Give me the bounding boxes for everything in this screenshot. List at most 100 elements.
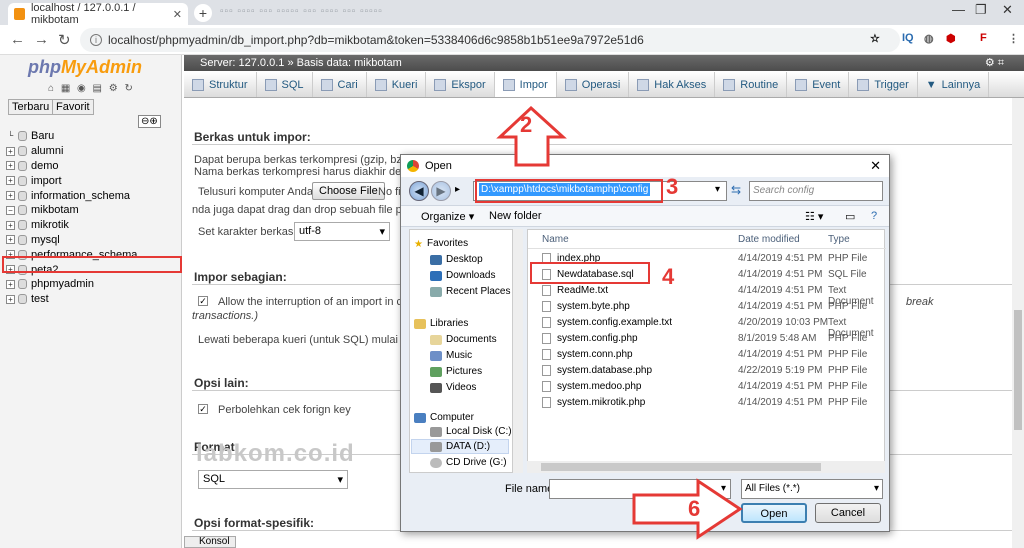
tab-kueri[interactable]: Kueri [367, 72, 427, 97]
new-folder-button[interactable]: New folder [489, 210, 542, 222]
tab-trigger[interactable]: Trigger [849, 72, 918, 97]
file-row[interactable]: system.database.php 4/22/2019 5:19 PM PHP … [528, 363, 886, 379]
search-input[interactable]: Search config [749, 181, 883, 201]
console-button[interactable]: Konsol [184, 536, 236, 548]
open-button[interactable]: Open [741, 503, 807, 523]
nav-icons[interactable]: ⌂ ▦ ◉ ▤ ⚙ ↻ [48, 83, 135, 94]
extension-icon[interactable]: F [980, 32, 987, 44]
tab-cari[interactable]: Cari [313, 72, 367, 97]
tab-lainnya[interactable]: ▼ Lainnya [918, 72, 990, 97]
adblock-icon[interactable]: ⬢ [946, 32, 956, 45]
preview-pane-icon[interactable]: ▭ [845, 210, 855, 223]
browser-tab[interactable]: localhost / 127.0.0.1 / mikbotam ✕ [8, 2, 188, 26]
iq-extension-icon[interactable]: IQ [902, 32, 914, 44]
collapse-icon[interactable]: − [6, 205, 15, 215]
collapse-all-icon[interactable]: ⊖⊕ [138, 115, 161, 128]
new-tab-button[interactable]: + [194, 4, 212, 22]
nav-downloads[interactable]: Downloads [430, 270, 495, 281]
expand-icon[interactable]: + [6, 294, 15, 304]
nav-cd-drive[interactable]: CD Drive (G:) [430, 457, 507, 468]
nav-pictures[interactable]: Pictures [430, 366, 482, 377]
nav-favorites[interactable]: ★ Favorites [414, 238, 468, 250]
chevron-down-icon[interactable]: ▾ [721, 483, 726, 494]
db-item[interactable]: + test [6, 292, 137, 307]
tab-routine[interactable]: Routine [715, 72, 788, 97]
db-item-selected[interactable]: − mikbotam [6, 203, 137, 218]
db-item[interactable]: └ Baru [6, 129, 137, 144]
nav-recent[interactable]: Recent Places [430, 286, 510, 297]
file-row[interactable]: system.mikrotik.php 4/14/2019 4:51 PM PHP … [528, 395, 886, 411]
pma-logo[interactable]: phpMyAdmin [28, 57, 142, 78]
tab-hak-akses[interactable]: Hak Akses [629, 72, 716, 97]
close-icon[interactable]: ✕ [870, 158, 881, 174]
allow-interrupt-checkbox[interactable]: ✓ [198, 296, 208, 306]
tab-impor[interactable]: Impor [494, 72, 557, 97]
recent-tab[interactable]: Terbaru [8, 99, 54, 115]
file-row[interactable]: ReadMe.txt 4/14/2019 4:51 PM Text Document [528, 283, 886, 307]
nav-data-drive[interactable]: DATA (D:) [430, 441, 490, 452]
db-item[interactable]: + alumni [6, 144, 137, 159]
maximize-icon[interactable]: ❐ [975, 2, 987, 18]
db-item[interactable]: + mikrotik [6, 218, 137, 233]
forward-icon[interactable]: → [34, 31, 49, 48]
back-icon[interactable]: ◀ [409, 181, 429, 201]
tab-operasi[interactable]: Operasi [557, 72, 630, 97]
expand-icon[interactable]: + [6, 161, 15, 171]
charset-select[interactable]: utf-8 ▾ [294, 222, 390, 241]
help-icon[interactable]: ? [871, 210, 877, 222]
scrollbar-thumb[interactable] [541, 463, 821, 471]
file-row[interactable]: system.medoo.php 4/14/2019 4:51 PM PHP Fil… [528, 379, 886, 395]
info-icon[interactable]: i [90, 34, 102, 46]
tab-struktur[interactable]: Struktur [184, 72, 257, 97]
page-scrollbar-thumb[interactable] [1014, 310, 1022, 430]
db-item[interactable]: + information_schema [6, 188, 137, 203]
column-type[interactable]: Type [828, 234, 850, 245]
back-icon[interactable]: ← [10, 31, 25, 48]
close-window-icon[interactable]: ✕ [1002, 2, 1013, 18]
nav-libraries[interactable]: Libraries [414, 318, 468, 329]
background-tabs[interactable]: ▫▫▫ ▫▫▫▫ ▫▫▫ ▫▫▫▫▫ ▫▫▫ ▫▫▫▫ ▫▫▫ ▫▫▫▫▫ [220, 6, 383, 17]
refresh-icon[interactable]: ⇆ [731, 183, 741, 197]
filetype-select[interactable]: All Files (*.*) ▾ [741, 479, 883, 499]
column-date[interactable]: Date modified [738, 234, 800, 245]
nav-documents[interactable]: Documents [430, 334, 497, 345]
nav-desktop[interactable]: Desktop [430, 254, 483, 265]
globe-extension-icon[interactable]: ◍ [924, 32, 934, 45]
file-row[interactable]: system.config.php 8/1/2019 5:48 AM PHP Fil… [528, 331, 886, 347]
foreign-key-checkbox[interactable]: ✓ [198, 404, 208, 414]
chevron-down-icon[interactable]: ▾ [715, 184, 720, 195]
organize-button[interactable]: Organize ▾ [421, 210, 474, 223]
nav-videos[interactable]: Videos [430, 382, 476, 393]
forward-icon[interactable]: ▶ [431, 181, 451, 201]
file-row[interactable]: system.config.example.txt 4/20/2019 10:03… [528, 315, 886, 339]
address-bar[interactable]: i localhost/phpmyadmin/db_import.php?db=… [80, 28, 900, 52]
expand-icon[interactable]: + [6, 176, 15, 186]
breadcrumb-text[interactable]: Server: 127.0.0.1 » Basis data: mikbotam [200, 57, 402, 69]
nav-local-disk[interactable]: Local Disk (C:) [430, 426, 512, 437]
file-list-scrollbar[interactable] [527, 461, 885, 473]
close-tab-icon[interactable]: ✕ [173, 8, 182, 21]
tab-sql[interactable]: SQL [257, 72, 313, 97]
db-item[interactable]: + demo [6, 159, 137, 174]
expand-icon[interactable]: + [6, 279, 15, 289]
minimize-icon[interactable]: — [952, 2, 965, 17]
db-item[interactable]: + phpmyadmin [6, 277, 137, 292]
nav-computer[interactable]: Computer [414, 412, 474, 423]
star-icon[interactable]: ☆ [870, 32, 880, 45]
column-name[interactable]: Name [542, 234, 569, 245]
db-item[interactable]: + import [6, 173, 137, 188]
favorites-tab[interactable]: Favorit [52, 99, 94, 115]
expand-icon[interactable]: + [6, 191, 15, 201]
cancel-button[interactable]: Cancel [815, 503, 881, 523]
nav-music[interactable]: Music [430, 350, 472, 361]
file-row[interactable]: system.conn.php 4/14/2019 4:51 PM PHP File [528, 347, 886, 363]
db-item[interactable]: + mysql [6, 233, 137, 248]
nav-scrollbar[interactable] [513, 229, 523, 473]
reload-icon[interactable]: ↻ [58, 31, 71, 49]
menu-icon[interactable]: ⋮ [1008, 32, 1019, 45]
expand-icon[interactable]: + [6, 220, 15, 230]
filename-input[interactable] [549, 479, 731, 499]
format-select[interactable]: SQL ▾ [198, 470, 348, 489]
choose-file-button[interactable]: Choose File [312, 182, 385, 200]
file-row[interactable]: system.byte.php 4/14/2019 4:51 PM PHP File [528, 299, 886, 315]
